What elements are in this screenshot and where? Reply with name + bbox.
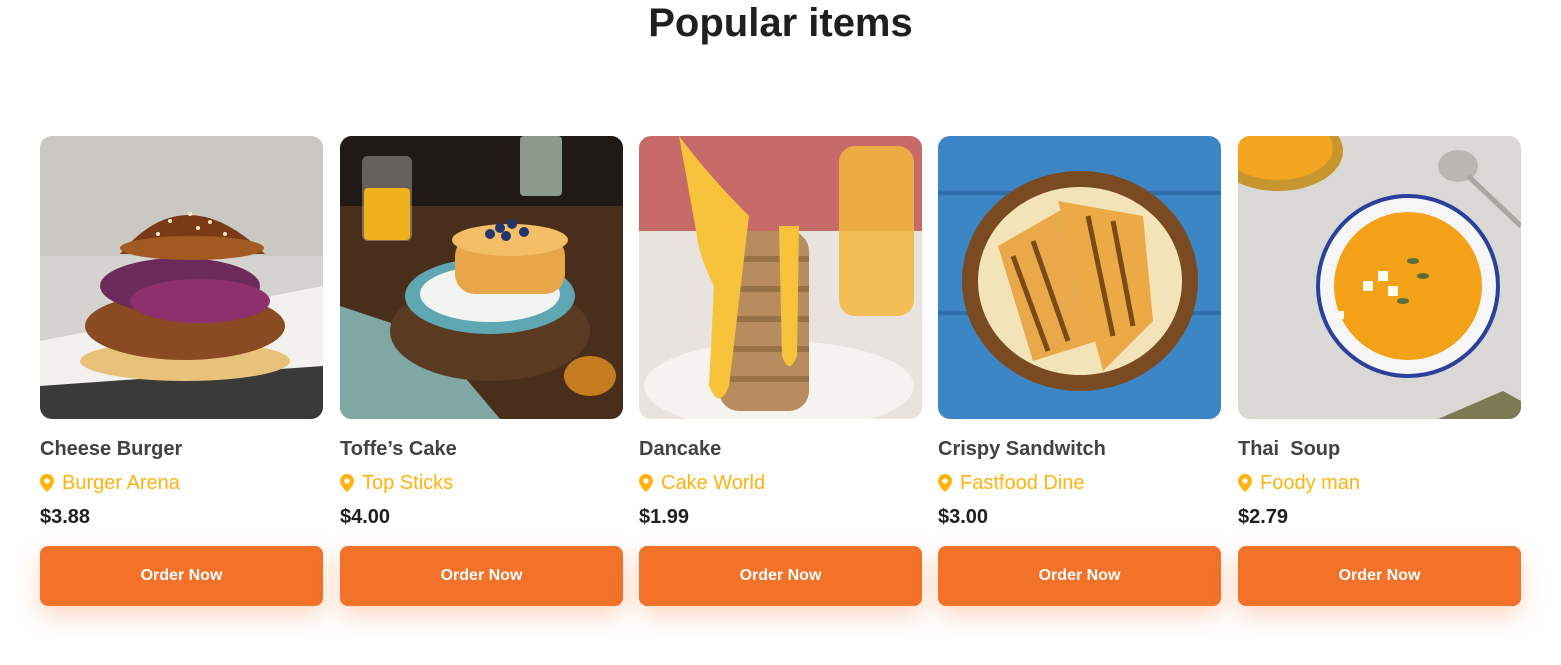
order-now-button[interactable]: Order Now [1238, 546, 1521, 606]
restaurant-location: Cake World [639, 471, 922, 495]
section-title: Popular items [648, 1, 913, 45]
restaurant-location: Foody man [1238, 471, 1521, 495]
item-name: Dancake [639, 438, 722, 460]
item-price: $3.88 [40, 506, 91, 528]
restaurant-name[interactable]: Fastfood Dine [960, 471, 1085, 495]
order-now-button[interactable]: Order Now [340, 546, 623, 606]
item-price: $1.99 [639, 506, 690, 528]
restaurant-location: Burger Arena [40, 471, 323, 495]
location-pin-icon [40, 474, 54, 492]
location-pin-icon [1238, 474, 1252, 492]
food-image[interactable] [938, 136, 1221, 419]
cheese-burger-photo [40, 136, 323, 419]
sandwich-photo [938, 136, 1221, 419]
item-name: Toffe’s Cake [340, 438, 457, 460]
dancake-photo [639, 136, 922, 419]
food-card: Crispy Sandwitch Fastfood Dine $3.00 Ord… [938, 136, 1221, 606]
order-now-button[interactable]: Order Now [40, 546, 323, 606]
pancake-stack-photo [340, 136, 623, 419]
restaurant-name[interactable]: Cake World [661, 471, 765, 495]
soup-photo [1238, 136, 1521, 419]
location-pin-icon [340, 474, 354, 492]
food-card: Thai Soup Foody man $2.79 Order Now [1238, 136, 1521, 606]
food-card: Toffe’s Cake Top Sticks $4.00 Order Now [340, 136, 623, 606]
food-card: Cheese Burger Burger Arena $3.88 Order N… [40, 136, 323, 606]
item-name: Thai Soup [1238, 438, 1341, 460]
food-image[interactable] [40, 136, 323, 419]
restaurant-name[interactable]: Foody man [1260, 471, 1360, 495]
order-now-button[interactable]: Order Now [938, 546, 1221, 606]
restaurant-location: Fastfood Dine [938, 471, 1221, 495]
food-image[interactable] [340, 136, 623, 419]
location-pin-icon [639, 474, 653, 492]
food-image[interactable] [639, 136, 922, 419]
restaurant-location: Top Sticks [340, 471, 623, 495]
item-price: $2.79 [1238, 506, 1289, 528]
restaurant-name[interactable]: Burger Arena [62, 471, 180, 495]
item-price: $3.00 [938, 506, 989, 528]
food-card: Dancake Cake World $1.99 Order Now [639, 136, 922, 606]
popular-items-section: Popular items Cheese Burger Burger Arena… [0, 0, 1561, 665]
restaurant-name[interactable]: Top Sticks [362, 471, 453, 495]
item-name: Crispy Sandwitch [938, 438, 1106, 460]
food-image[interactable] [1238, 136, 1521, 419]
location-pin-icon [938, 474, 952, 492]
item-price: $4.00 [340, 506, 391, 528]
order-now-button[interactable]: Order Now [639, 546, 922, 606]
item-name: Cheese Burger [40, 438, 183, 460]
